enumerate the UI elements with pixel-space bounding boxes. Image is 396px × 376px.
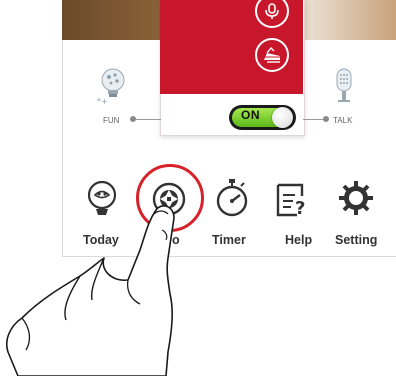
app-screen: ON *+ FUN TALK Today o Timer ? Help Sett… — [0, 0, 396, 376]
pointing-hand-illustration — [6, 205, 175, 376]
